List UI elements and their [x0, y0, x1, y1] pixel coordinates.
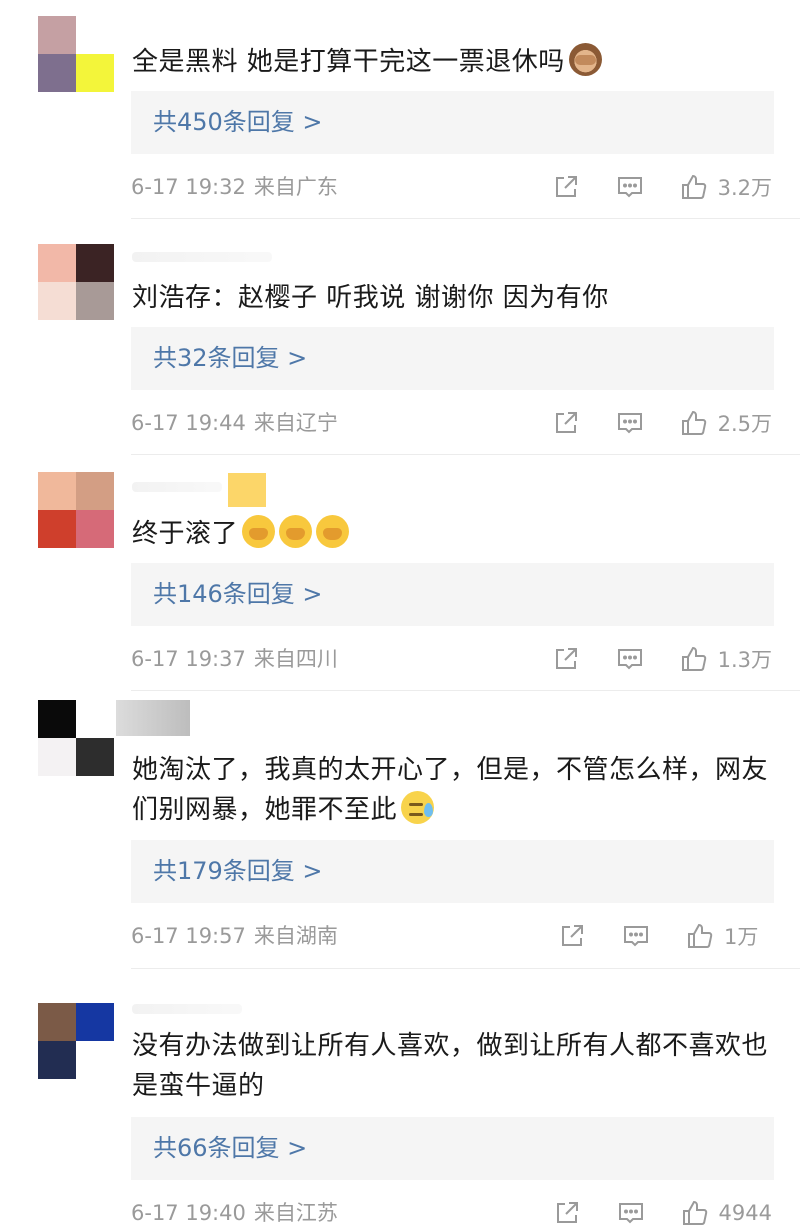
avatar[interactable]	[38, 1003, 114, 1079]
avatar-tile	[76, 282, 114, 320]
badge-blurred	[228, 473, 266, 507]
username-blurred	[132, 252, 272, 262]
share-icon[interactable]	[558, 922, 586, 950]
avatar-tile	[38, 244, 76, 282]
comment-icon[interactable]	[616, 409, 644, 437]
avatar-tile	[38, 510, 76, 548]
comment-icon[interactable]	[616, 173, 644, 201]
sweat-face-emoji-icon	[401, 791, 435, 824]
avatar-tile	[76, 1041, 114, 1079]
comment-text: 没有办法做到让所有人喜欢，做到让所有人都不喜欢也是蛮牛逼的	[132, 1031, 769, 1101]
comment-meta: 6-17 19:57 来自湖南	[131, 921, 338, 951]
avatar[interactable]	[38, 472, 114, 548]
comment-meta: 6-17 19:32 来自广东	[131, 172, 338, 202]
username-blurred	[132, 1004, 242, 1014]
share-icon[interactable]	[552, 173, 580, 201]
thumbs-up-icon[interactable]	[686, 922, 714, 950]
divider	[131, 218, 800, 219]
avatar-tile	[38, 54, 76, 92]
comment-location: 来自江苏	[253, 1201, 338, 1225]
comment-text-row: 刘浩存：赵樱子 听我说 谢谢你 因为有你	[132, 278, 772, 318]
comment-text: 她淘汰了，我真的太开心了，但是，不管怎么样，网友们别网暴，她罪不至此	[132, 755, 769, 825]
avatar[interactable]	[38, 244, 114, 320]
avatar-tile	[38, 1041, 76, 1079]
comment-location: 来自广东	[253, 175, 338, 199]
comment-date: 6-17 19:57	[131, 924, 246, 948]
comment-text: 终于滚了	[132, 519, 239, 549]
username-blurred	[116, 700, 190, 736]
comment-text-row: 没有办法做到让所有人喜欢，做到让所有人都不喜欢也是蛮牛逼的	[132, 1026, 772, 1110]
avatar-tile	[76, 700, 114, 738]
like-count: 1万	[724, 925, 759, 949]
thumbs-up-icon[interactable]	[681, 1199, 709, 1227]
comment-location: 来自四川	[253, 647, 338, 671]
monkey-emoji-icon	[568, 43, 602, 76]
username-blurred	[132, 482, 222, 492]
comment-icon[interactable]	[622, 922, 650, 950]
avatar-tile	[76, 510, 114, 548]
comment-meta: 6-17 19:40 来自江苏	[131, 1198, 338, 1228]
reply-box[interactable]: 共450条回复 >	[131, 91, 774, 154]
comment-meta: 6-17 19:37 来自四川	[131, 644, 338, 674]
reply-box[interactable]: 共32条回复 >	[131, 327, 774, 390]
comment-date: 6-17 19:32	[131, 175, 246, 199]
share-icon[interactable]	[553, 1199, 581, 1227]
thumbs-up-icon[interactable]	[680, 645, 708, 673]
comment-actions: 3.2万	[552, 172, 772, 202]
like-count: 1.3万	[717, 648, 772, 672]
comment-actions: 4944	[553, 1198, 772, 1228]
view-replies-link[interactable]: 共66条回复 >	[153, 1117, 307, 1180]
comment-actions: 1.3万	[552, 644, 772, 674]
comment-text-row: 全是黑料 她是打算干完这一票退休吗	[132, 42, 772, 82]
reply-box[interactable]: 共179条回复 >	[131, 840, 774, 903]
comment-date: 6-17 19:40	[131, 1201, 246, 1225]
avatar-tile	[76, 244, 114, 282]
avatar-tile	[38, 472, 76, 510]
view-replies-link[interactable]: 共179条回复 >	[153, 840, 323, 903]
reply-box[interactable]: 共146条回复 >	[131, 563, 774, 626]
view-replies-link[interactable]: 共146条回复 >	[153, 563, 323, 626]
view-replies-link[interactable]: 共450条回复 >	[153, 91, 323, 154]
share-icon[interactable]	[552, 409, 580, 437]
avatar-tile	[38, 1003, 76, 1041]
comment-icon[interactable]	[616, 645, 644, 673]
divider	[131, 690, 800, 691]
comment-location: 来自辽宁	[253, 411, 338, 435]
comment-location: 来自湖南	[253, 924, 338, 948]
thumbs-up-icon[interactable]	[680, 409, 708, 437]
crying-face-emoji-icon	[242, 515, 276, 548]
avatar[interactable]	[38, 700, 114, 776]
avatar-tile	[38, 700, 76, 738]
divider	[131, 454, 800, 455]
comment-text: 刘浩存：赵樱子 听我说 谢谢你 因为有你	[132, 283, 609, 313]
avatar-tile	[76, 472, 114, 510]
view-replies-link[interactable]: 共32条回复 >	[153, 327, 307, 390]
like-count: 3.2万	[717, 176, 772, 200]
comment-text-row: 她淘汰了，我真的太开心了，但是，不管怎么样，网友们别网暴，她罪不至此	[132, 750, 772, 834]
avatar-tile	[76, 54, 114, 92]
comment-meta: 6-17 19:44 来自辽宁	[131, 408, 338, 438]
comment-text: 全是黑料 她是打算干完这一票退休吗	[132, 47, 565, 77]
crying-face-emoji-icon	[279, 515, 313, 548]
avatar-tile	[76, 1003, 114, 1041]
avatar-tile	[38, 16, 76, 54]
avatar-tile	[76, 16, 114, 54]
thumbs-up-icon[interactable]	[680, 173, 708, 201]
crying-face-emoji-icon	[316, 515, 350, 548]
like-count: 2.5万	[717, 412, 772, 436]
like-count: 4944	[718, 1201, 772, 1225]
comment-actions: 2.5万	[552, 408, 772, 438]
comment-actions: 1万	[558, 921, 772, 951]
divider	[131, 968, 800, 969]
comment-icon[interactable]	[617, 1199, 645, 1227]
avatar[interactable]	[38, 16, 114, 92]
share-icon[interactable]	[552, 645, 580, 673]
reply-box[interactable]: 共66条回复 >	[131, 1117, 774, 1180]
avatar-tile	[76, 738, 114, 776]
avatar-tile	[38, 738, 76, 776]
avatar-tile	[38, 282, 76, 320]
comment-date: 6-17 19:37	[131, 647, 246, 671]
comment-text-row: 终于滚了	[132, 514, 772, 554]
comment-date: 6-17 19:44	[131, 411, 246, 435]
